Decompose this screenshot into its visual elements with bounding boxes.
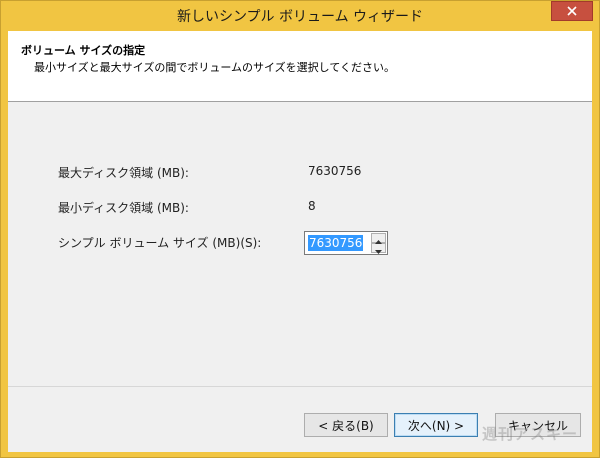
bottom-separator (8, 386, 592, 387)
wizard-client-area: ボリューム サイズの指定 最小サイズと最大サイズの間でボリュームのサイズを選択し… (8, 31, 592, 452)
wizard-header: ボリューム サイズの指定 最小サイズと最大サイズの間でボリュームのサイズを選択し… (8, 31, 592, 102)
max-disk-label: 最大ディスク領域 (MB): (58, 166, 189, 180)
volume-size-input[interactable]: 7630756 (308, 235, 364, 251)
spin-down-button[interactable] (371, 243, 386, 254)
close-button[interactable] (551, 1, 593, 21)
volume-size-spinbox[interactable]: 7630756 (304, 231, 388, 255)
header-subtitle: 最小サイズと最大サイズの間でボリュームのサイズを選択してください。 (34, 61, 396, 74)
wizard-window: 新しいシンプル ボリューム ウィザード ボリューム サイズの指定 最小サイズと最… (0, 0, 600, 458)
min-disk-label: 最小ディスク領域 (MB): (58, 201, 189, 215)
max-disk-value: 7630756 (308, 164, 362, 178)
back-button[interactable]: < 戻る(B) (304, 413, 388, 437)
arrow-down-icon (375, 239, 382, 258)
window-title: 新しいシンプル ボリューム ウィザード (176, 9, 424, 25)
title-bar[interactable]: 新しいシンプル ボリューム ウィザード (1, 1, 599, 31)
close-icon (567, 6, 577, 16)
header-title: ボリューム サイズの指定 (21, 44, 146, 57)
watermark-logo: 週刊アスキー (481, 425, 578, 443)
volume-size-label: シンプル ボリューム サイズ (MB)(S): (58, 236, 262, 250)
min-disk-value: 8 (308, 199, 316, 213)
next-button[interactable]: 次へ(N) > (394, 413, 478, 437)
spin-buttons (371, 233, 386, 254)
